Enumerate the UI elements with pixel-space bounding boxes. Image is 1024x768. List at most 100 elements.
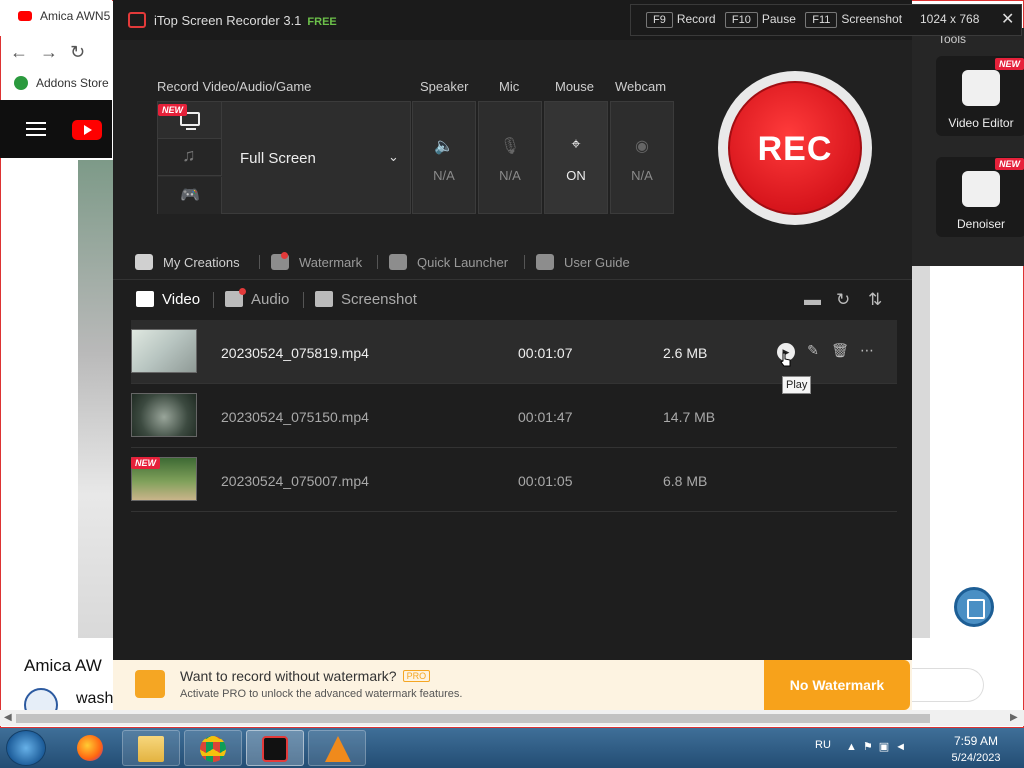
taskbar-explorer[interactable] (122, 730, 180, 766)
clock-date[interactable]: 5/24/2023 (944, 752, 1008, 764)
webcam-status: N/A (631, 168, 653, 183)
back-arrow-icon[interactable]: ← (10, 42, 40, 63)
vlc-cone-icon (325, 736, 351, 762)
mic-toggle[interactable]: 🎙 N/A (478, 101, 542, 214)
channel-name[interactable]: wash (76, 690, 113, 708)
file-size: 14.7 MB (663, 409, 716, 425)
folder-icon[interactable]: ▬ (804, 290, 821, 310)
screenshot-hotkey-label: Screenshot (841, 12, 903, 26)
list-tab-video[interactable]: Video (136, 291, 200, 308)
watermark-promo-icon (135, 670, 165, 698)
mic-label: Mic (499, 79, 520, 94)
webcam-toggle[interactable]: ◉ N/A (610, 101, 674, 214)
page-side-area (912, 266, 930, 638)
image-icon (315, 291, 333, 307)
film-icon (136, 291, 154, 307)
file-size: 6.8 MB (663, 473, 708, 489)
divider (303, 292, 304, 308)
video-thumbnail[interactable] (131, 393, 197, 437)
file-duration: 00:01:47 (518, 409, 573, 425)
launcher-grid-icon (389, 254, 407, 270)
user-guide-tab[interactable]: User Guide (536, 254, 630, 270)
sort-icon[interactable]: ⇅ (868, 290, 882, 310)
flag-icon[interactable]: ⚑ (863, 741, 879, 753)
app-logo-icon (128, 12, 146, 28)
scroll-left-icon[interactable]: ◀ (4, 712, 12, 723)
rec-button[interactable]: REC (728, 81, 862, 215)
bookmark-addons-store[interactable]: Addons Store (14, 76, 109, 90)
start-button[interactable] (6, 730, 46, 766)
youtube-logo-icon[interactable] (72, 120, 102, 140)
scrollbar-thumb[interactable] (16, 714, 930, 723)
creations-icon (135, 254, 153, 270)
mode-game-button[interactable]: 🎮 (158, 177, 222, 214)
speaker-label: Speaker (420, 79, 469, 94)
notification-dot (239, 288, 246, 295)
mouse-toggle[interactable]: ⌖ ON (544, 101, 608, 214)
file-name: 20230524_075150.mp4 (221, 409, 369, 425)
scroll-right-icon[interactable]: ▶ (1010, 712, 1018, 723)
quick-launcher-tab[interactable]: Quick Launcher (389, 254, 508, 270)
no-watermark-button[interactable]: No Watermark (764, 660, 910, 710)
mouse-status: ON (566, 168, 586, 183)
refresh-icon[interactable]: ↻ (836, 290, 850, 310)
browser-tab[interactable]: Amica AWN5 (18, 9, 110, 23)
system-tray[interactable]: ▲⚑▣◄ (846, 740, 912, 753)
video-thumbnail[interactable] (131, 329, 197, 373)
resolution-readout: 1024 x 768 (920, 12, 980, 26)
record-mode-box: ♫ 🎮 NEW Full Screen ⌄ (157, 101, 411, 214)
edition-badge: FREE (307, 16, 337, 28)
folder-icon (138, 736, 164, 762)
list-tab-audio[interactable]: Audio (225, 291, 289, 308)
my-creations-tab[interactable]: My Creations (135, 254, 240, 270)
screenshot-tab-label: Screenshot (341, 291, 417, 308)
close-icon[interactable]: ✕ (1001, 9, 1014, 29)
file-duration: 00:01:07 (518, 345, 573, 361)
record-hotkey: F9 (646, 12, 673, 28)
reload-icon[interactable]: ↻ (70, 42, 100, 63)
trash-icon[interactable]: 🗑 (831, 342, 849, 360)
video-player[interactable] (78, 160, 114, 638)
taskbar-chrome[interactable] (184, 730, 242, 766)
taskbar-itop-recorder[interactable] (246, 730, 304, 766)
promo-title-text: Want to record without watermark? (180, 668, 397, 684)
webcam-label: Webcam (615, 79, 667, 94)
guide-book-icon (536, 254, 554, 270)
divider (377, 255, 378, 269)
volume-muted-icon[interactable]: ◄ (895, 741, 912, 753)
mouse-cursor-icon: ⌖ (571, 136, 581, 153)
pause-hotkey-label: Pause (761, 12, 796, 26)
taskbar-vlc[interactable] (308, 730, 366, 766)
search-box-edge[interactable] (912, 668, 984, 702)
clock-time[interactable]: 7:59 AM (948, 734, 1004, 748)
play-tooltip: Play (782, 376, 812, 394)
network-icon[interactable]: ▣ (879, 741, 895, 753)
floating-action-icon[interactable] (954, 587, 994, 627)
table-row[interactable]: NEW 20230524_075007.mp4 00:01:05 6.8 MB (131, 448, 897, 512)
forward-arrow-icon[interactable]: → (40, 42, 70, 63)
video-tab-label: Video (162, 291, 201, 308)
tool-label: Denoiser (956, 217, 1006, 231)
speaker-toggle[interactable]: 🔈 N/A (412, 101, 476, 214)
taskbar-firefox[interactable] (62, 730, 120, 766)
addons-store-icon (14, 76, 28, 90)
tray-expand-icon[interactable]: ▲ (846, 741, 863, 753)
promo-title: Want to record without watermark? PRO (180, 668, 431, 684)
capture-area-value: Full Screen (240, 150, 316, 167)
edit-icon[interactable]: ✎ (804, 342, 822, 360)
more-icon[interactable]: ⋯ (858, 342, 876, 360)
list-tab-screenshot[interactable]: Screenshot (315, 291, 417, 308)
webcam-icon: ◉ (635, 138, 649, 155)
hamburger-menu-icon[interactable] (26, 122, 46, 136)
screenshot-hotkey: F11 (805, 12, 838, 28)
pause-hotkey: F10 (724, 12, 758, 28)
mode-audio-button[interactable]: ♫ (158, 139, 222, 176)
file-size: 2.6 MB (663, 345, 708, 361)
speaker-icon: 🔈 (434, 138, 454, 155)
browser-nav: ← → ↻ (10, 42, 112, 62)
record-hotkey-label: Record (676, 12, 716, 26)
itop-recorder-icon (262, 736, 288, 762)
capture-area-select[interactable]: Full Screen ⌄ (222, 102, 410, 213)
file-duration: 00:01:05 (518, 473, 573, 489)
language-indicator[interactable]: RU (815, 739, 831, 751)
